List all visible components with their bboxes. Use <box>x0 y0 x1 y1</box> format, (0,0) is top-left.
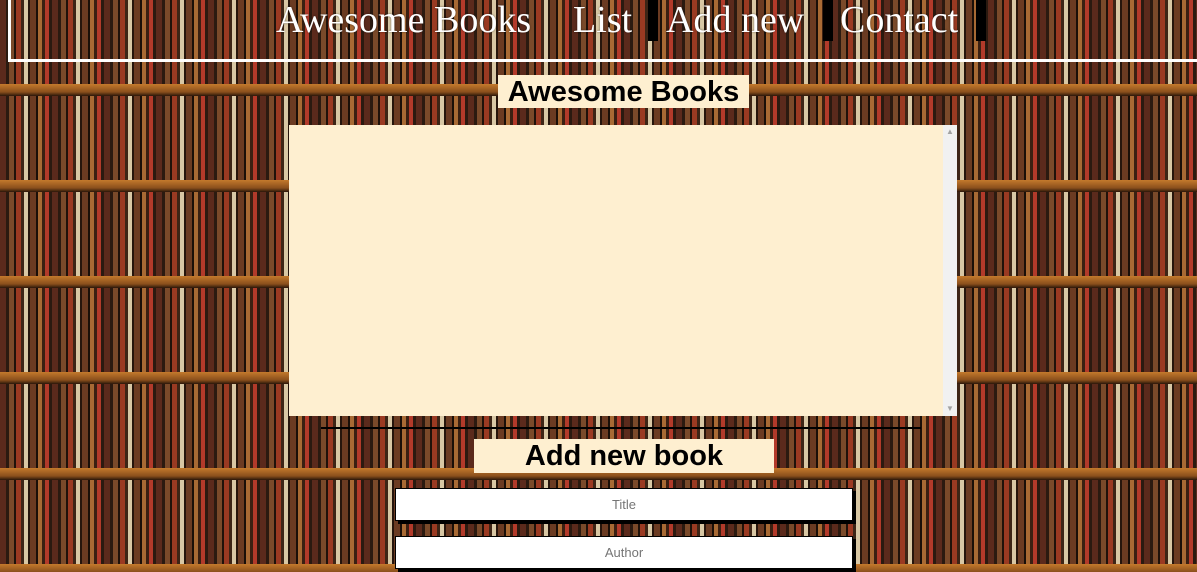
section-divider <box>321 427 921 429</box>
scroll-up-arrow-icon[interactable]: ▲ <box>943 125 957 139</box>
book-list-heading: Awesome Books <box>498 75 749 108</box>
scroll-down-arrow-icon[interactable]: ▼ <box>943 402 957 416</box>
book-list-scrollbar[interactable]: ▲ ▼ <box>943 125 957 416</box>
add-book-heading: Add new book <box>474 439 774 473</box>
nav-link-list[interactable]: List <box>573 0 632 42</box>
nav-separator <box>976 0 986 41</box>
title-input[interactable] <box>395 488 853 521</box>
nav-link-add-new[interactable]: Add new <box>666 0 804 42</box>
brand-title: Awesome Books <box>276 0 532 41</box>
book-list-container[interactable]: ▲ ▼ <box>289 125 957 416</box>
nav-separator <box>648 0 658 41</box>
nav-link-contact[interactable]: Contact <box>840 0 958 42</box>
author-input[interactable] <box>395 536 853 569</box>
top-navbar: Awesome Books List Add new Contact <box>8 0 1197 62</box>
nav-separator <box>823 0 833 41</box>
